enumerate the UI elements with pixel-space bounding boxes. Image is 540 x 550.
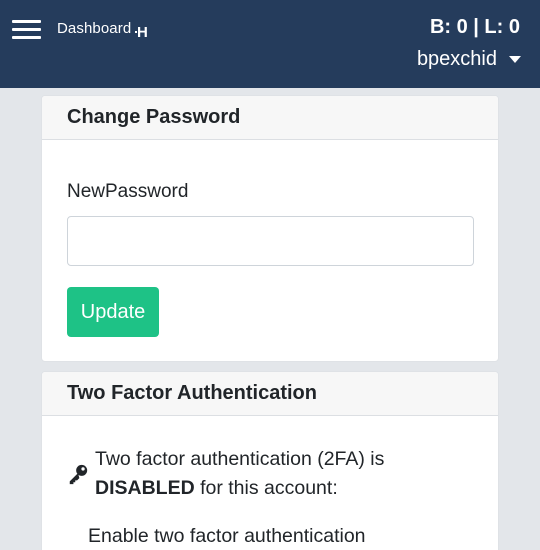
balance-liability-readout: B: 0 | L: 0 xyxy=(429,16,520,38)
user-menu-dropdown[interactable]: bpexchid xyxy=(417,48,521,71)
new-password-label: NewPassword xyxy=(67,181,189,202)
logo: H xyxy=(135,24,148,41)
key-icon xyxy=(69,464,88,485)
chevron-down-icon xyxy=(509,56,521,63)
two-factor-title: Two Factor Authentication xyxy=(42,372,498,416)
top-navbar: Dashboard H B: 0 | L: 0 bpexchid xyxy=(0,0,540,88)
update-button[interactable]: Update xyxy=(67,287,159,337)
two-factor-status-suffix: for this account: xyxy=(194,477,338,499)
two-factor-card: Two Factor Authentication Two factor aut… xyxy=(41,371,499,550)
change-password-card: Change Password NewPassword Update xyxy=(41,95,499,362)
two-factor-status-prefix: Two factor authentication (2FA) is xyxy=(95,448,385,470)
two-factor-status-value: DISABLED xyxy=(95,477,195,499)
username-label: bpexchid xyxy=(416,48,497,70)
menu-icon[interactable] xyxy=(12,19,41,41)
enable-two-factor-text: Enable two factor authentication xyxy=(88,525,366,547)
new-password-input[interactable] xyxy=(67,216,474,266)
dashboard-link[interactable]: Dashboard xyxy=(57,20,131,37)
two-factor-status-text: Two factor authentication (2FA) is DISAB… xyxy=(95,445,475,503)
change-password-title: Change Password xyxy=(42,96,498,140)
